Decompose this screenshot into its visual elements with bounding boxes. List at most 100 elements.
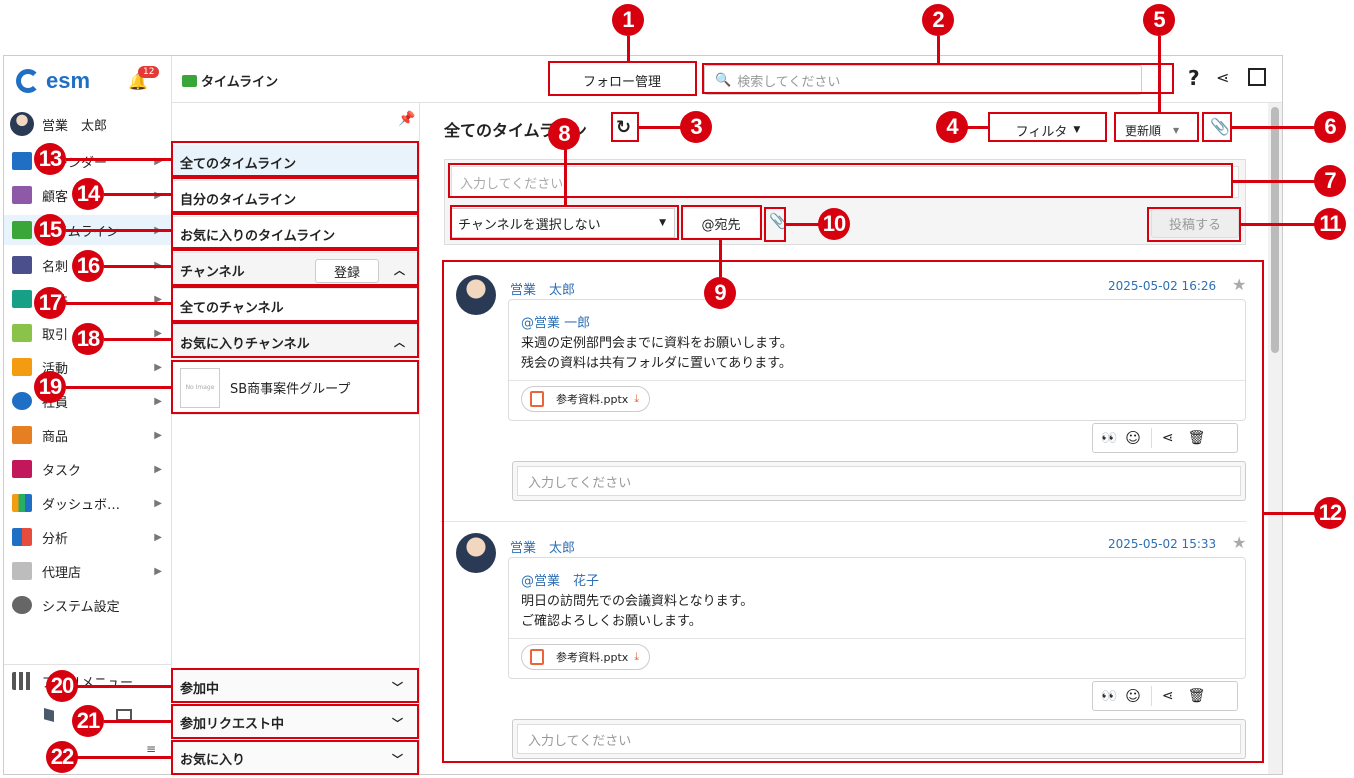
- pin-icon[interactable]: 📌: [398, 111, 415, 127]
- post-input[interactable]: 入力してください: [451, 166, 1239, 198]
- nav-item-deal[interactable]: 案件▶: [4, 284, 172, 314]
- manual-icon[interactable]: [44, 708, 54, 722]
- post-reactions-bar: 👀 ☺ ⋖ 🗑: [1092, 681, 1238, 711]
- share-icon[interactable]: ⋖: [1162, 430, 1174, 446]
- panel-all-timeline[interactable]: 全てのタイムライン: [172, 145, 419, 181]
- filter-label: フィルタ: [1015, 124, 1068, 140]
- gear-icon: [12, 596, 32, 614]
- post-body: @営業 一郎 来週の定例部門会までに資料をお願いします。 残会の資料は共有フォル…: [508, 299, 1246, 421]
- channel-item[interactable]: No Image SB商事案件グループ: [172, 361, 419, 415]
- comment-input[interactable]: 入力してください: [512, 719, 1246, 759]
- sort-select[interactable]: 更新順 ▼: [1118, 116, 1200, 144]
- channel-register-button[interactable]: 登録: [315, 259, 379, 283]
- callout-badge-17: 17: [34, 287, 66, 319]
- nav-item-dashboard[interactable]: ダッシュボ… ▶: [4, 488, 172, 518]
- attachment-filter-icon[interactable]: 📎: [1210, 117, 1230, 136]
- grid-icon: [12, 672, 32, 690]
- chevron-right-icon: ▶: [154, 327, 162, 339]
- esm-logo-icon: [16, 69, 40, 93]
- user-profile[interactable]: 営業 太郎: [10, 112, 107, 136]
- follow-manage-button[interactable]: フォロー管理: [552, 64, 692, 96]
- filter-button[interactable]: フィルタ ▼: [990, 115, 1106, 145]
- chevron-right-icon: ▶: [154, 531, 162, 543]
- nav-item-calendar[interactable]: カレンダー ▶: [4, 146, 172, 176]
- nav-item-activity[interactable]: 活動 ▶: [4, 352, 172, 382]
- star-icon[interactable]: ★: [1232, 533, 1246, 552]
- panel-item-label: お気に入りチャンネル: [180, 337, 310, 352]
- comment-placeholder: 入力してください: [517, 724, 1241, 754]
- callout-badge-1: 1: [612, 4, 644, 36]
- notification-bell[interactable]: 🔔 12: [128, 66, 160, 91]
- channel-select[interactable]: チャンネルを選択しない ▼: [451, 208, 675, 238]
- refresh-icon[interactable]: ↻: [616, 117, 631, 138]
- download-icon[interactable]: ⤓: [634, 650, 639, 664]
- chevron-up-icon[interactable]: ︿: [394, 334, 405, 350]
- chevron-right-icon: ▶: [154, 361, 162, 373]
- mention-label: @宛先: [701, 217, 741, 233]
- trash-icon[interactable]: 🗑: [1188, 688, 1206, 704]
- nav-item-agency[interactable]: 代理店 ▶: [4, 556, 172, 586]
- callout-badge-22: 22: [46, 741, 78, 773]
- attachment-chip[interactable]: 参考資料.pptx ⤓: [521, 644, 651, 670]
- post-author[interactable]: 営業 太郎: [510, 537, 575, 556]
- checkbox-icon: [12, 460, 32, 478]
- nav-label: 取引: [42, 327, 69, 343]
- callout-badge-16: 16: [72, 250, 104, 282]
- scrollbar-thumb[interactable]: [1271, 107, 1279, 353]
- panel-my-timeline[interactable]: 自分のタイムライン: [172, 181, 419, 217]
- author-avatar[interactable]: [456, 275, 496, 315]
- nav-app-menu[interactable]: アプリメニュー: [4, 666, 172, 696]
- nav-item-task[interactable]: タスク ▶: [4, 454, 172, 484]
- panel-all-channels[interactable]: 全てのチャンネル: [172, 289, 419, 325]
- callout-line-12: [1263, 512, 1317, 515]
- user-avatar: [10, 112, 34, 136]
- chevron-up-icon[interactable]: ︿: [394, 262, 405, 278]
- add-reaction-icon[interactable]: ☺: [1125, 429, 1141, 447]
- nav-label: システム設定: [42, 599, 120, 615]
- star-icon[interactable]: ★: [1232, 275, 1246, 294]
- panel-fav-timeline[interactable]: お気に入りのタイムライン: [172, 217, 419, 253]
- panel-channel-header: チャンネル 登録 ︿: [172, 253, 419, 289]
- post-mention[interactable]: @営業 花子: [521, 570, 599, 589]
- nav-item-analysis[interactable]: 分析 ▶: [4, 522, 172, 552]
- download-icon[interactable]: ⤓: [634, 392, 639, 406]
- panel-joined[interactable]: 参加中 ﹀: [172, 669, 419, 705]
- open-new-window-icon[interactable]: [1248, 68, 1266, 86]
- collapse-icon[interactable]: ≡: [146, 742, 156, 756]
- panel-join-requested[interactable]: 参加リクエスト中 ﹀: [172, 705, 419, 741]
- chat-icon: [12, 221, 32, 239]
- post-mention[interactable]: @営業 一郎: [521, 312, 590, 331]
- callout-badge-7: 7: [1314, 165, 1346, 197]
- author-avatar[interactable]: [456, 533, 496, 573]
- nav-item-employee[interactable]: 社員 ▶: [4, 386, 172, 416]
- panel-favorites[interactable]: お気に入り ﹀: [172, 741, 419, 774]
- person-icon: [12, 392, 32, 410]
- attachment-chip[interactable]: 参考資料.pptx ⤓: [521, 386, 651, 412]
- add-reaction-icon[interactable]: ☺: [1125, 687, 1141, 705]
- store-icon: [12, 562, 32, 580]
- nav-item-product[interactable]: 商品 ▶: [4, 420, 172, 450]
- eyes-icon[interactable]: 👀: [1101, 689, 1117, 704]
- timeline-post: 営業 太郎 2025-05-02 16:26 ★ @営業 一郎 来週の定例部門会…: [440, 259, 1246, 522]
- mention-button[interactable]: @宛先: [683, 209, 759, 237]
- app-window: esm 🔔 12 営業 太郎 カレンダー▶ 顧客 ▶ タイムライン ▶ 名刺 ▶ 案件…: [3, 55, 1283, 775]
- esm-logo[interactable]: esm: [16, 68, 90, 94]
- search-input[interactable]: 🔍 検索してください: [704, 65, 1142, 95]
- comment-input[interactable]: 入力してください: [512, 461, 1246, 501]
- help-icon[interactable]: ?: [1188, 66, 1200, 90]
- panel-fav-channel-header[interactable]: お気に入りチャンネル ︿: [172, 325, 419, 361]
- post-author[interactable]: 営業 太郎: [510, 279, 575, 298]
- callout-line-6: [1231, 126, 1317, 129]
- scrollbar[interactable]: [1268, 103, 1282, 774]
- panel-item-label: お気に入り: [180, 753, 246, 768]
- screen-title: タイムライン: [182, 71, 278, 90]
- attachment-icon[interactable]: 📎: [769, 212, 788, 230]
- nav-item-system-settings[interactable]: システム設定: [4, 590, 172, 620]
- eyes-icon[interactable]: 👀: [1101, 431, 1117, 446]
- panel-item-label: 参加中: [180, 681, 220, 697]
- submit-post-button[interactable]: 投稿する: [1151, 208, 1239, 238]
- share-icon[interactable]: ⋖: [1216, 68, 1229, 87]
- share-icon[interactable]: ⋖: [1162, 688, 1174, 704]
- trash-icon[interactable]: 🗑: [1188, 430, 1206, 446]
- panel-item-label: お気に入りのタイムライン: [180, 229, 336, 244]
